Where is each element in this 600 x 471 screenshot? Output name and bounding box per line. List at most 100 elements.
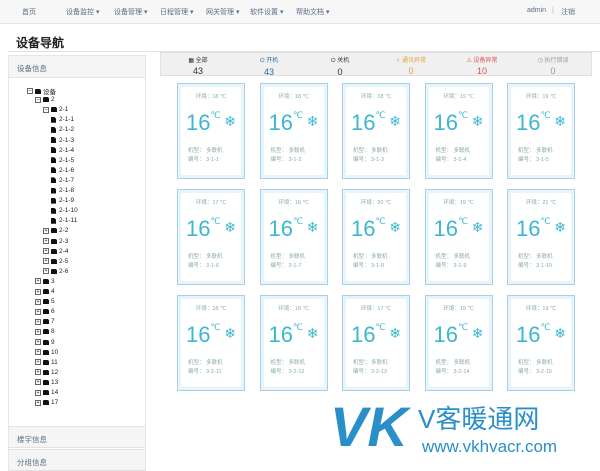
ambient-value: 21 ℃ [542, 200, 557, 206]
collapse-toggle-icon[interactable]: − [35, 96, 41, 103]
tree-node[interactable]: 2-1-9 [51, 197, 74, 204]
model-value: 多联机 [453, 254, 471, 260]
expand-toggle-icon[interactable]: + [43, 227, 49, 234]
group-info-header[interactable]: 分组信息 [9, 449, 145, 471]
temp-unit: ℃ [210, 216, 221, 226]
tree-node[interactable]: +3 [35, 278, 55, 285]
device-card[interactable]: 环境：17 ℃ 16℃ ❄ 机型： 多联机 编号： 3-1-6 [177, 189, 245, 285]
tree-node[interactable]: 2-1-11 [51, 217, 77, 224]
number-label: 编号： [518, 157, 535, 163]
tree-node[interactable]: 2-1-6 [51, 167, 74, 174]
status-stat[interactable]: ▦ 全部 43 [165, 55, 231, 76]
card-set-temp: 16℃ [434, 110, 469, 136]
status-stat[interactable]: ◷ 执行错误 0 [520, 55, 586, 76]
tree-node[interactable]: +14 [35, 389, 58, 396]
expand-toggle-icon[interactable]: + [35, 278, 41, 285]
device-info-header[interactable]: 设备信息 [9, 56, 145, 78]
device-card[interactable]: 环境：19 ℃ 16℃ ❄ 机型： 多联机 编号： 3-1-9 [424, 189, 493, 285]
nav-help-docs[interactable]: 帮助文档 ▾ [296, 7, 329, 17]
tree-node[interactable]: 2-1-5 [51, 157, 74, 164]
device-card[interactable]: 环境：18 ℃ 16℃ ❄ 机型： 多联机 编号： 3-2-12 [259, 295, 328, 391]
collapse-toggle-icon[interactable]: − [43, 106, 49, 113]
status-stat[interactable]: ⚠ 设备异常 10 [449, 55, 515, 76]
nav-device-monitor[interactable]: 设备监控 ▾ [66, 7, 99, 17]
collapse-toggle-icon[interactable]: − [27, 88, 33, 94]
device-card[interactable]: 环境：17 ℃ 16℃ ❄ 机型： 多联机 编号： 3-2-13 [342, 295, 410, 391]
user-name[interactable]: admin [527, 7, 546, 14]
expand-toggle-icon[interactable]: + [35, 308, 41, 315]
tree-node[interactable]: +8 [35, 328, 55, 335]
file-icon [51, 217, 56, 224]
expand-toggle-icon[interactable]: + [35, 298, 41, 305]
tree-node[interactable]: − 2-1 [43, 106, 68, 113]
folder-icon [43, 379, 49, 385]
tree-node[interactable]: +2-5 [43, 258, 68, 265]
expand-toggle-icon[interactable]: + [35, 349, 41, 356]
nav-gateway[interactable]: 网关管理 ▾ [206, 7, 239, 17]
expand-toggle-icon[interactable]: + [43, 248, 49, 255]
device-card[interactable]: 环境：19 ℃ 16℃ ❄ 机型： 多联机 编号： 3-1-4 [424, 83, 493, 179]
expand-toggle-icon[interactable]: + [43, 238, 49, 244]
card-number: 编号： 3-2-14 [436, 367, 470, 375]
card-number: 编号： 3-2-13 [353, 367, 387, 375]
tree-node[interactable]: +9 [35, 339, 55, 346]
tree-node-label: 2-1-8 [59, 187, 75, 194]
tree-node[interactable]: +11 [35, 359, 58, 366]
device-card[interactable]: 环境：19 ℃ 16℃ ❄ 机型： 多联机 编号： 3-1-5 [507, 83, 575, 179]
device-card[interactable]: 环境：20 ℃ 16℃ ❄ 机型： 多联机 编号： 3-1-8 [342, 189, 410, 285]
nav-device-manage[interactable]: 设备管理 ▾ [114, 7, 147, 17]
folder-icon [43, 390, 49, 395]
tree-node[interactable]: − 设备 [27, 86, 56, 96]
status-stat[interactable]: ⏻ 开机 43 [236, 55, 302, 77]
tree-node[interactable]: +7 [35, 318, 55, 325]
tree-node[interactable]: 2-1-2 [51, 126, 74, 133]
tree-node[interactable]: +2-4 [43, 248, 68, 255]
set-temp-value: 16 [351, 110, 376, 135]
tree-node[interactable]: −2 [35, 96, 55, 103]
expand-toggle-icon[interactable]: + [35, 288, 41, 295]
expand-toggle-icon[interactable]: + [35, 359, 41, 366]
device-card[interactable]: 环境：18 ℃ 16℃ ❄ 机型： 多联机 编号： 3-2-11 [177, 295, 245, 391]
device-card[interactable]: 环境：19 ℃ 16℃ ❄ 机型： 多联机 编号： 3-2-14 [424, 295, 493, 391]
expand-toggle-icon[interactable]: + [35, 389, 41, 396]
expand-toggle-icon[interactable]: + [35, 399, 41, 406]
expand-toggle-icon[interactable]: + [43, 258, 49, 265]
folder-icon [43, 359, 49, 365]
tree-node[interactable]: +10 [35, 349, 58, 356]
tree-node[interactable]: 2-1-1 [51, 116, 74, 123]
tree-node[interactable]: +2-2 [43, 227, 68, 234]
device-card[interactable]: 环境：19 ℃ 16℃ ❄ 机型： 多联机 编号： 3-2-15 [507, 295, 575, 391]
device-card[interactable]: 环境：21 ℃ 16℃ ❄ 机型： 多联机 编号： 3-1-10 [507, 189, 575, 285]
tree-node[interactable]: 2-1-10 [51, 207, 78, 214]
nav-home[interactable]: 首页 [22, 7, 36, 17]
tree-node[interactable]: +6 [35, 308, 55, 315]
status-stat[interactable]: ⏻ 关机 0 [307, 55, 373, 77]
device-card[interactable]: 环境：18 ℃ 16℃ ❄ 机型： 多联机 编号： 3-1-3 [342, 83, 410, 179]
expand-toggle-icon[interactable]: + [35, 318, 41, 325]
tree-node[interactable]: 2-1-8 [51, 187, 74, 194]
logout-link[interactable]: 注销 [561, 7, 575, 17]
building-info-header[interactable]: 楼宇信息 [9, 426, 145, 448]
expand-toggle-icon[interactable]: + [35, 328, 41, 335]
expand-toggle-icon[interactable]: + [35, 369, 41, 376]
tree-node[interactable]: 2-1-7 [51, 177, 74, 184]
tree-node[interactable]: +5 [35, 298, 55, 305]
expand-toggle-icon[interactable]: + [35, 339, 41, 345]
device-card[interactable]: 环境：18 ℃ 16℃ ❄ 机型： 多联机 编号： 3-1-2 [259, 83, 328, 179]
nav-software-settings[interactable]: 软件设置 ▾ [250, 7, 283, 17]
expand-toggle-icon[interactable]: + [43, 268, 49, 275]
tree-node[interactable]: +13 [35, 379, 58, 386]
status-stat[interactable]: ⚡ 通讯异常 0 [378, 55, 444, 76]
tree-node[interactable]: +4 [35, 288, 55, 295]
device-card[interactable]: 环境：18 ℃ 16℃ ❄ 机型： 多联机 编号： 3-1-7 [259, 189, 328, 285]
tree-node[interactable]: +17 [35, 399, 58, 406]
tree-node[interactable]: 2-1-3 [51, 137, 74, 144]
nav-schedule[interactable]: 日程管理 ▾ [160, 7, 193, 17]
tree-node[interactable]: 2-1-4 [51, 147, 74, 154]
device-card[interactable]: 环境：18 ℃ 16℃ ❄ 机型： 多联机 编号： 3-1-1 [177, 83, 245, 179]
tree-node[interactable]: +2-3 [43, 238, 68, 245]
model-label: 机型： [188, 148, 205, 154]
expand-toggle-icon[interactable]: + [35, 379, 41, 386]
tree-node[interactable]: +12 [35, 369, 58, 376]
tree-node[interactable]: +2-6 [43, 268, 68, 275]
